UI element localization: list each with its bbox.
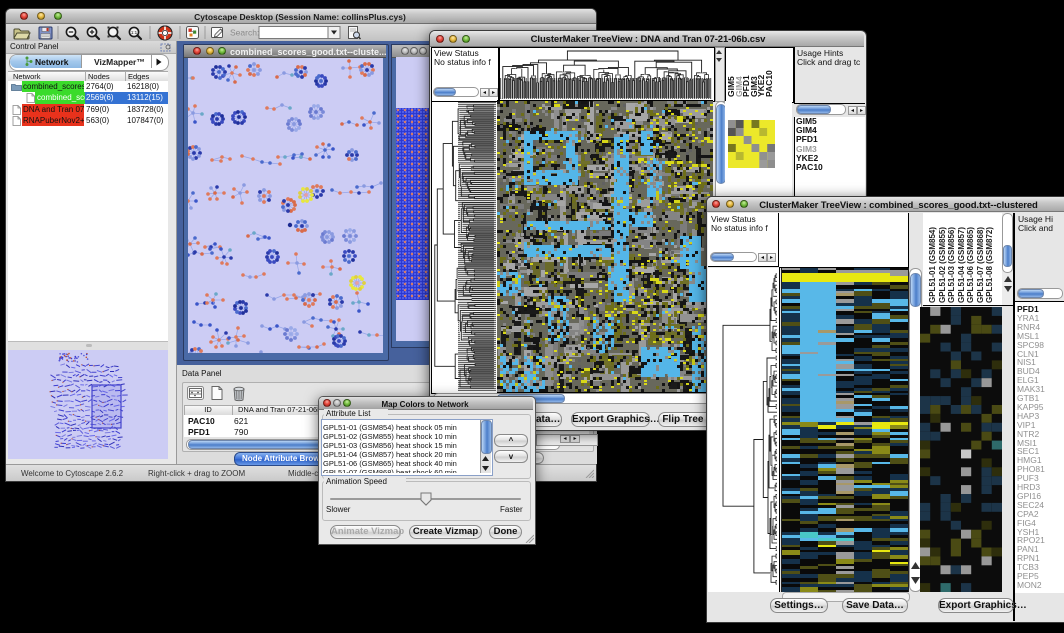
svg-text:1:1: 1:1 — [131, 30, 138, 35]
svg-text:Search:: Search: — [230, 28, 259, 38]
